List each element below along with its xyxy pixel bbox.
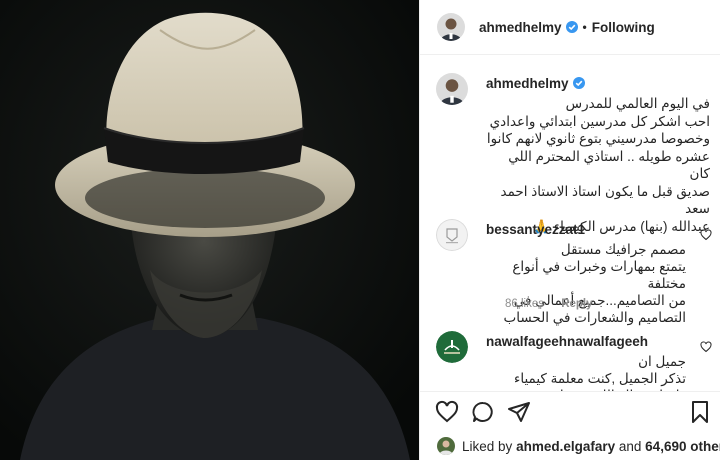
commenter-avatar[interactable] [436, 219, 468, 251]
liked-by-and: and [618, 438, 642, 454]
caption-avatar[interactable] [436, 73, 468, 105]
emblem-avatar-icon [436, 331, 468, 363]
heart-icon[interactable] [435, 400, 459, 424]
comment-icon[interactable] [471, 400, 495, 424]
verified-badge-icon [565, 21, 578, 33]
reply-button[interactable]: Reply [561, 298, 592, 310]
post-photo[interactable] [0, 0, 419, 460]
following-button[interactable]: Following [592, 20, 655, 35]
header-username[interactable]: ahmedhelmy [479, 20, 562, 35]
bookmark-icon[interactable] [688, 400, 712, 424]
comment-text: مصمم جرافيك مستقل يتمتع بمهارات وخبرات ف… [503, 242, 686, 325]
post-image-man-in-hat [0, 0, 419, 460]
caption-text: في اليوم العالمي للمدرس احب اشكر كل مدرس… [486, 96, 710, 234]
likes-count[interactable]: 64,690 others [645, 439, 720, 454]
comment-meta-row: 86 likes Reply [505, 298, 607, 310]
post-header: ahmedhelmy • Following [420, 0, 720, 55]
comments-list[interactable]: ahmedhelmy في اليوم العالمي للمدرس احب ا… [420, 56, 720, 391]
logo-avatar-icon [436, 219, 468, 251]
share-icon[interactable] [507, 400, 531, 424]
like-comment-heart-icon[interactable] [700, 341, 712, 353]
caption-username-text[interactable]: ahmedhelmy [486, 76, 569, 91]
comment-text: جميل ان تذكر الجميل ,كنت معلمة كيمياء وا… [513, 354, 686, 391]
person-avatar-icon [437, 437, 455, 455]
liker-avatar[interactable] [437, 437, 455, 455]
commenter-username[interactable]: bessantyezzat1 [486, 222, 585, 237]
post-actions [420, 391, 720, 431]
liked-by-user[interactable]: ahmed.elgafary [516, 439, 615, 454]
person-avatar-icon [437, 13, 465, 41]
author-avatar[interactable] [437, 13, 465, 41]
comment-likes-count[interactable]: 86 likes [505, 298, 544, 310]
caption-username[interactable]: ahmedhelmy [486, 76, 585, 91]
liked-by-line: Liked by ahmed.elgafary and 64,690 other… [437, 437, 720, 455]
header-separator: • [582, 20, 587, 34]
commenter-avatar[interactable] [436, 331, 468, 363]
post-side-panel: ahmedhelmy • Following ahmedhelmy في الي… [419, 0, 720, 460]
verified-badge-icon [572, 77, 585, 89]
commenter-username[interactable]: nawalfageehnawalfageeh [486, 334, 648, 349]
person-avatar-icon [436, 73, 468, 105]
like-comment-heart-icon[interactable] [700, 229, 712, 241]
liked-by-prefix: Liked by [462, 438, 513, 454]
